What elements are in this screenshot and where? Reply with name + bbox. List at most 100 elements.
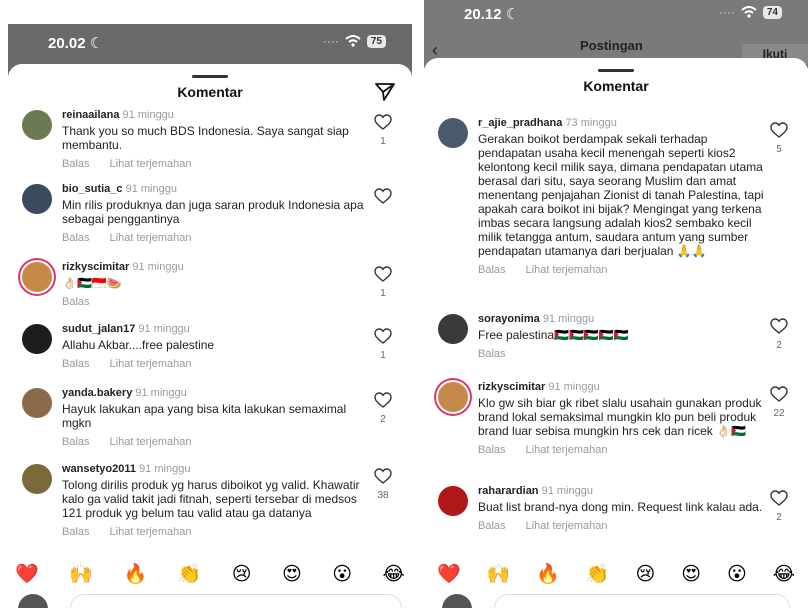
heart-icon[interactable] bbox=[374, 188, 392, 204]
heart-icon[interactable] bbox=[770, 490, 788, 506]
avatar[interactable] bbox=[22, 464, 52, 494]
comment-username[interactable]: sudut_jalan17 bbox=[62, 323, 135, 335]
comment-actions: Balas Lihat terjemahan bbox=[62, 436, 368, 448]
comment-username[interactable]: yanda.bakery bbox=[62, 387, 132, 399]
status-time: 20.02 ☾ bbox=[48, 35, 104, 52]
comment-username[interactable]: rizkyscimitar bbox=[478, 381, 545, 393]
emoji-reaction[interactable]: 👏 bbox=[178, 562, 202, 586]
comment-header: sorayonima 91 minggu bbox=[478, 312, 764, 326]
comment-actions: Balas Lihat terjemahan bbox=[478, 520, 764, 532]
translate-button[interactable]: Lihat terjemahan bbox=[110, 526, 192, 538]
heart-icon[interactable] bbox=[374, 468, 392, 484]
emoji-reaction[interactable]: 😢 bbox=[232, 563, 252, 586]
like-button[interactable]: 2 bbox=[768, 318, 790, 351]
translate-button[interactable]: Lihat terjemahan bbox=[110, 436, 192, 448]
heart-icon[interactable] bbox=[770, 386, 788, 402]
sheet-title: Komentar bbox=[177, 84, 243, 100]
avatar[interactable] bbox=[22, 184, 52, 214]
emoji-reaction[interactable]: 🙌 bbox=[487, 562, 511, 586]
reply-button[interactable]: Balas bbox=[62, 296, 90, 308]
like-button[interactable]: 1 bbox=[372, 114, 394, 147]
reply-button[interactable]: Balas bbox=[62, 526, 90, 538]
heart-icon[interactable] bbox=[374, 114, 392, 130]
comment-username[interactable]: bio_sutia_c bbox=[62, 183, 123, 195]
heart-icon[interactable] bbox=[374, 392, 392, 408]
avatar[interactable] bbox=[22, 262, 52, 292]
translate-button[interactable]: Lihat terjemahan bbox=[110, 232, 192, 244]
comment-actions: Balas Lihat terjemahan bbox=[62, 158, 368, 170]
comment-text: Min rilis produknya dan juga saran produ… bbox=[62, 198, 364, 226]
reply-button[interactable]: Balas bbox=[478, 520, 506, 532]
emoji-reaction[interactable]: 😮 bbox=[727, 563, 747, 586]
comment-time: 91 minggu bbox=[541, 485, 593, 497]
sheet-grabber[interactable] bbox=[192, 75, 228, 78]
like-button[interactable]: 22 bbox=[768, 386, 790, 419]
comment-header: sudut_jalan17 91 minggu bbox=[62, 322, 368, 336]
reply-button[interactable]: Balas bbox=[478, 444, 506, 456]
comment-username[interactable]: r_ajie_pradhana bbox=[478, 117, 562, 129]
emoji-reaction[interactable]: 👏 bbox=[586, 562, 610, 586]
emoji-reaction[interactable]: 😢 bbox=[635, 563, 655, 586]
avatar[interactable] bbox=[22, 110, 52, 140]
header-title: Postingan bbox=[580, 38, 643, 53]
reply-button[interactable]: Balas bbox=[62, 358, 90, 370]
comment-username[interactable]: sorayonima bbox=[478, 313, 540, 325]
translate-button[interactable]: Lihat terjemahan bbox=[110, 358, 192, 370]
translate-button[interactable]: Lihat terjemahan bbox=[110, 158, 192, 170]
comment-time: 91 minggu bbox=[125, 183, 177, 195]
emoji-reaction[interactable]: ❤️ bbox=[437, 562, 461, 586]
avatar[interactable] bbox=[438, 486, 468, 516]
comment-text: Hayuk lakukan apa yang bisa kita lakukan… bbox=[62, 402, 347, 430]
comment-input[interactable] bbox=[70, 594, 402, 608]
comment-header: r_ajie_pradhana 73 minggu bbox=[478, 116, 764, 130]
emoji-reaction[interactable]: 😂 bbox=[773, 563, 795, 586]
reply-button[interactable]: Balas bbox=[62, 158, 90, 170]
avatar[interactable] bbox=[438, 382, 468, 412]
avatar[interactable] bbox=[438, 314, 468, 344]
like-button[interactable]: 38 bbox=[372, 468, 394, 501]
battery-icon: 74 bbox=[762, 5, 782, 19]
emoji-reaction[interactable]: ❤️ bbox=[15, 562, 39, 586]
avatar[interactable] bbox=[22, 388, 52, 418]
avatar[interactable] bbox=[22, 324, 52, 354]
like-button[interactable]: 1 bbox=[372, 328, 394, 361]
emoji-reaction[interactable]: 🙌 bbox=[69, 562, 93, 586]
like-count: 2 bbox=[776, 512, 782, 523]
like-button[interactable]: 5 bbox=[768, 122, 790, 155]
reply-button[interactable]: Balas bbox=[478, 264, 506, 276]
heart-icon[interactable] bbox=[770, 318, 788, 334]
comment-time: 91 minggu bbox=[132, 261, 184, 273]
comment-input[interactable] bbox=[494, 594, 790, 608]
like-button[interactable]: 2 bbox=[768, 490, 790, 523]
comment-username[interactable]: reinaailana bbox=[62, 109, 119, 121]
status-icons: ···· 75 bbox=[323, 34, 386, 48]
comment-username[interactable]: raharardian bbox=[478, 485, 539, 497]
reply-button[interactable]: Balas bbox=[62, 232, 90, 244]
comment-username[interactable]: rizkyscimitar bbox=[62, 261, 129, 273]
wifi-icon bbox=[345, 35, 361, 47]
send-icon[interactable] bbox=[374, 82, 396, 102]
right-screenshot: 20.12 ☾ ···· 74 ‹ Postingan Ikuti Koment… bbox=[424, 0, 808, 608]
translate-button[interactable]: Lihat terjemahan bbox=[526, 520, 608, 532]
reply-button[interactable]: Balas bbox=[62, 436, 90, 448]
like-button[interactable]: 1 bbox=[372, 266, 394, 299]
heart-icon[interactable] bbox=[374, 328, 392, 344]
emoji-reaction[interactable]: 😮 bbox=[332, 563, 352, 586]
signal-icon: ···· bbox=[322, 34, 339, 48]
translate-button[interactable]: Lihat terjemahan bbox=[526, 444, 608, 456]
emoji-reaction[interactable]: 😍 bbox=[681, 563, 701, 586]
heart-icon[interactable] bbox=[770, 122, 788, 138]
reply-button[interactable]: Balas bbox=[478, 348, 506, 360]
comment-username[interactable]: wansetyo2011 bbox=[62, 463, 136, 475]
emoji-reaction[interactable]: 🔥 bbox=[536, 562, 560, 586]
emoji-reaction[interactable]: 😍 bbox=[282, 563, 302, 586]
like-button[interactable]: 2 bbox=[372, 392, 394, 425]
emoji-reaction[interactable]: 🔥 bbox=[123, 562, 147, 586]
sheet-grabber[interactable] bbox=[598, 69, 634, 72]
avatar[interactable] bbox=[438, 118, 468, 148]
comment-body: yanda.bakery 91 minggu Hayuk lakukan apa … bbox=[62, 386, 368, 448]
like-button[interactable] bbox=[372, 188, 394, 210]
emoji-reaction[interactable]: 😂 bbox=[383, 563, 405, 586]
translate-button[interactable]: Lihat terjemahan bbox=[526, 264, 608, 276]
heart-icon[interactable] bbox=[374, 266, 392, 282]
